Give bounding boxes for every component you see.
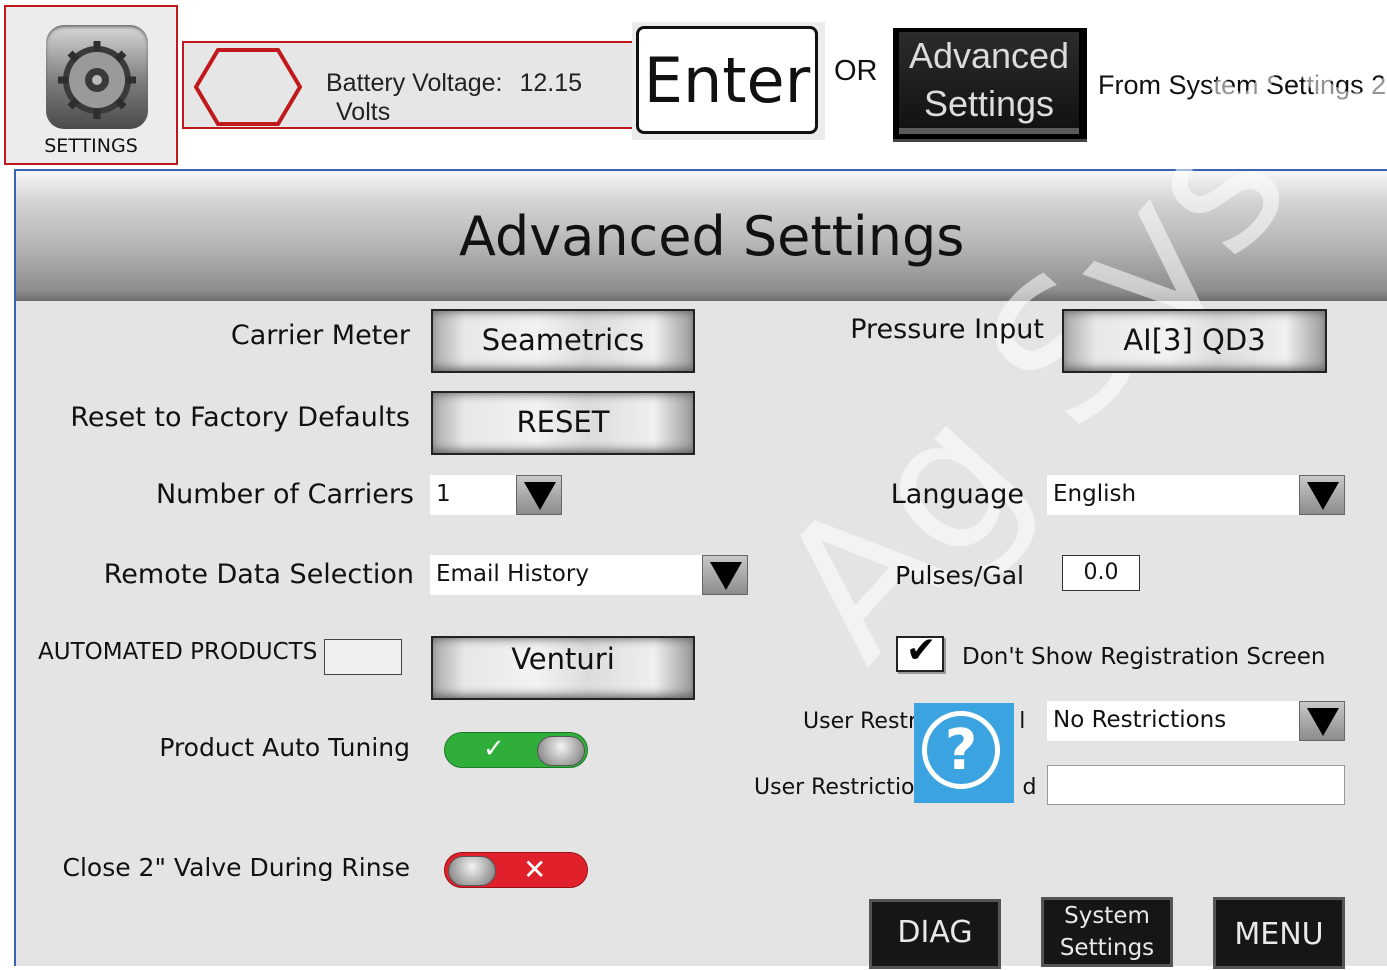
user-restriction-password-input[interactable] [1047, 765, 1345, 805]
carrier-meter-label: Carrier Meter [230, 320, 410, 351]
x-icon: ✕ [523, 853, 547, 886]
automated-products-input[interactable] [324, 639, 402, 675]
language-dropdown[interactable]: English [1047, 475, 1345, 515]
check-icon: ✔ [906, 630, 937, 671]
settings-caption: SETTINGS [44, 135, 138, 157]
user-restriction-level-label-right: l [1019, 709, 1026, 734]
reset-defaults-label: Reset to Factory Defaults [70, 402, 410, 433]
page-title: Advanced Settings [459, 205, 965, 268]
or-text: OR [834, 55, 878, 87]
help-icon[interactable]: ? [914, 703, 1014, 803]
registration-label: Don't Show Registration Screen [962, 644, 1326, 670]
remote-data-label: Remote Data Selection [103, 559, 414, 590]
close-valve-toggle[interactable]: ✕ [444, 852, 588, 888]
user-restriction-level-dropdown[interactable]: No Restrictions [1047, 701, 1345, 741]
carrier-meter-button[interactable]: Seametrics [431, 309, 695, 373]
remote-data-value: Email History [436, 561, 589, 587]
battery-value: 12.15 [519, 69, 583, 97]
advanced-key-line1: Advanced [908, 35, 1070, 76]
system-settings-line1: System [1064, 903, 1150, 929]
reset-button[interactable]: RESET [431, 391, 695, 455]
product-auto-tuning-toggle[interactable]: ✓ [444, 732, 588, 768]
toggle-knob [448, 856, 496, 886]
chevron-down-icon[interactable] [702, 555, 748, 595]
battery-status-strip: Battery Voltage: 12.15 Volts [182, 41, 634, 129]
enter-key-label: Enter [636, 26, 818, 134]
check-icon: ✓ [483, 734, 505, 764]
battery-unit: Volts [336, 98, 391, 126]
question-mark: ? [922, 711, 1000, 789]
menu-button[interactable]: MENU [1213, 897, 1345, 969]
gear-icon [46, 25, 148, 129]
battery-label: Battery Voltage: [326, 69, 503, 97]
panel-header: Advanced Settings [16, 171, 1387, 301]
remote-data-dropdown[interactable]: Email History [430, 555, 748, 595]
battery-voltage-readout: Battery Voltage: 12.15 Volts [326, 69, 632, 127]
language-value: English [1053, 481, 1137, 507]
system-settings-button[interactable]: System Settings [1041, 897, 1173, 967]
pressure-input-label: Pressure Input [850, 314, 1044, 345]
pulses-gal-input[interactable]: 0.0 [1062, 555, 1140, 591]
product-auto-tuning-label: Product Auto Tuning [159, 733, 410, 762]
from-system-settings-text: From System Settings 2 [1098, 70, 1387, 100]
enter-key-graphic: Enter [632, 22, 825, 140]
registration-checkbox[interactable]: ✔ [896, 630, 944, 672]
pressure-input-button[interactable]: AI[3] QD3 [1062, 309, 1327, 373]
user-restriction-level-label-left: User Restri [803, 709, 924, 734]
pulses-gal-label: Pulses/Gal [895, 561, 1024, 590]
user-restriction-password-label-right: d [1022, 775, 1037, 800]
hexagon-icon [193, 48, 303, 126]
close-valve-label: Close 2" Valve During Rinse [62, 853, 411, 882]
advanced-settings-panel: Advanced Settings Ag Systems Carrier Met… [14, 0, 1387, 969]
toggle-knob [537, 736, 585, 766]
advanced-settings-key-graphic: Advanced Settings [893, 28, 1087, 142]
number-of-carriers-dropdown[interactable]: 1 [430, 475, 562, 515]
automated-products-label: AUTOMATED PRODUCTS [38, 639, 318, 665]
user-restriction-level-value: No Restrictions [1053, 707, 1227, 733]
advanced-key-line2: Settings [923, 83, 1055, 124]
system-settings-line2: Settings [1059, 935, 1155, 961]
chevron-down-icon[interactable] [516, 475, 562, 515]
chevron-down-icon[interactable] [1299, 701, 1345, 741]
user-restriction-password-label-left: User Restriction [754, 775, 929, 800]
language-label: Language [890, 479, 1024, 510]
venturi-button[interactable]: Venturi [431, 636, 695, 700]
chevron-down-icon[interactable] [1299, 475, 1345, 515]
settings-app-icon[interactable]: SETTINGS [4, 5, 178, 165]
number-of-carriers-value: 1 [436, 481, 451, 507]
number-of-carriers-label: Number of Carriers [155, 479, 414, 510]
diag-button[interactable]: DIAG [869, 899, 1001, 969]
